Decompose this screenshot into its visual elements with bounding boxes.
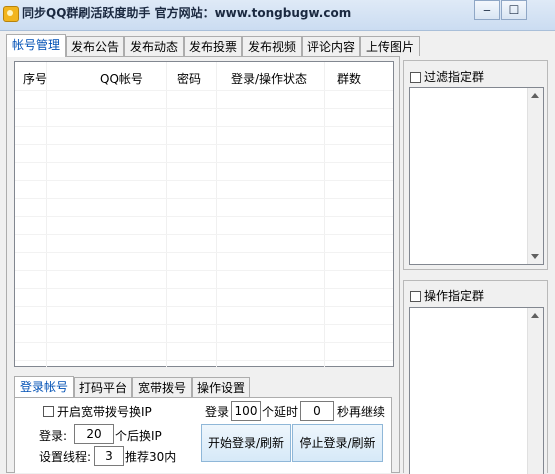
threads-label: 设置线程:	[39, 450, 92, 464]
accounts-table[interactable]: 序号 QQ帐号 密码 登录/操作状态 群数	[14, 61, 394, 368]
column-header-status[interactable]: 登录/操作状态	[231, 70, 307, 87]
scroll-up-icon[interactable]	[531, 93, 539, 98]
filter-groups-checkbox[interactable]	[410, 72, 421, 83]
table-row-gridline	[15, 198, 393, 199]
table-row-gridline	[15, 252, 393, 253]
delay-input[interactable]: 0	[300, 401, 334, 421]
tab-account-manage[interactable]: 帐号管理	[6, 34, 66, 57]
scroll-up-icon[interactable]	[531, 313, 539, 318]
minimize-button[interactable]: ‒	[474, 0, 500, 20]
subtab-broadband[interactable]: 宽带拨号	[132, 377, 192, 397]
delay-suffix-label: 秒再继续	[337, 405, 386, 419]
threads-input[interactable]: 3	[94, 446, 124, 466]
subtab-login[interactable]: 登录帐号	[14, 376, 74, 397]
tab-publish-video[interactable]: 发布视频	[242, 36, 302, 56]
subtab-settings[interactable]: 操作设置	[192, 377, 250, 397]
table-row-gridline	[15, 360, 393, 361]
filter-groups-label: 过滤指定群	[424, 70, 485, 84]
broadband-ip-label: 开启宽带拨号换IP	[57, 405, 152, 419]
stop-login-button[interactable]: 停止登录/刷新	[292, 424, 383, 462]
filter-groups-box: 过滤指定群	[403, 60, 548, 270]
operate-groups-label: 操作指定群	[424, 289, 485, 303]
table-row-gridline	[15, 306, 393, 307]
table-row-gridline	[15, 108, 393, 109]
operate-groups-scrollbar[interactable]	[527, 308, 543, 474]
filter-groups-scrollbar[interactable]	[527, 88, 543, 264]
filter-groups-list[interactable]	[409, 87, 544, 265]
table-row-gridline	[15, 342, 393, 343]
table-row-gridline	[15, 126, 393, 127]
table-row-gridline	[15, 288, 393, 289]
column-header-qq[interactable]: QQ帐号	[100, 70, 143, 87]
maximize-button[interactable]: ☐	[501, 0, 527, 20]
login-prefix-label: 登录:	[39, 429, 68, 443]
column-header-group-count[interactable]: 群数	[337, 70, 361, 87]
tab-publish-feed[interactable]: 发布动态	[124, 36, 184, 56]
subtab-captcha[interactable]: 打码平台	[74, 377, 132, 397]
table-row-gridline	[15, 144, 393, 145]
batch-mid-label: 个延时	[262, 405, 299, 419]
table-row-gridline	[15, 324, 393, 325]
batch-count-input[interactable]: 100	[231, 401, 261, 421]
operate-groups-checkbox[interactable]	[410, 291, 421, 302]
start-login-button[interactable]: 开始登录/刷新	[201, 424, 291, 462]
window-title: 同步QQ群刷活跃度助手 官方网站：www.tongbugw.com	[22, 6, 352, 20]
tab-publish-notice[interactable]: 发布公告	[66, 36, 124, 56]
tab-upload-image[interactable]: 上传图片	[360, 36, 420, 56]
app-icon	[3, 6, 19, 22]
column-header-password[interactable]: 密码	[177, 70, 201, 87]
tab-comment[interactable]: 评论内容	[302, 36, 360, 56]
login-panel: 开启宽带拨号换IP 登录: 20 个后换IP 设置线程: 3 推荐30内 登录 …	[14, 397, 392, 473]
title-bar: 同步QQ群刷活跃度助手 官方网站：www.tongbugw.com ‒ ☐	[0, 0, 555, 31]
batch-prefix-label: 登录	[205, 405, 230, 419]
login-switch-count-input[interactable]: 20	[74, 424, 114, 444]
login-suffix-label: 个后换IP	[115, 429, 162, 443]
tab-publish-vote[interactable]: 发布投票	[184, 36, 242, 56]
operate-groups-box: 操作指定群	[403, 280, 548, 474]
table-row-gridline	[15, 216, 393, 217]
table-row-gridline	[15, 90, 393, 91]
column-header-index[interactable]: 序号	[23, 70, 47, 87]
operate-groups-list[interactable]	[409, 307, 544, 474]
table-row-gridline	[15, 180, 393, 181]
table-row-gridline	[15, 162, 393, 163]
broadband-ip-checkbox[interactable]	[43, 406, 54, 417]
threads-hint: 推荐30内	[125, 450, 177, 464]
scroll-down-icon[interactable]	[531, 254, 539, 259]
table-row-gridline	[15, 234, 393, 235]
table-row-gridline	[15, 270, 393, 271]
